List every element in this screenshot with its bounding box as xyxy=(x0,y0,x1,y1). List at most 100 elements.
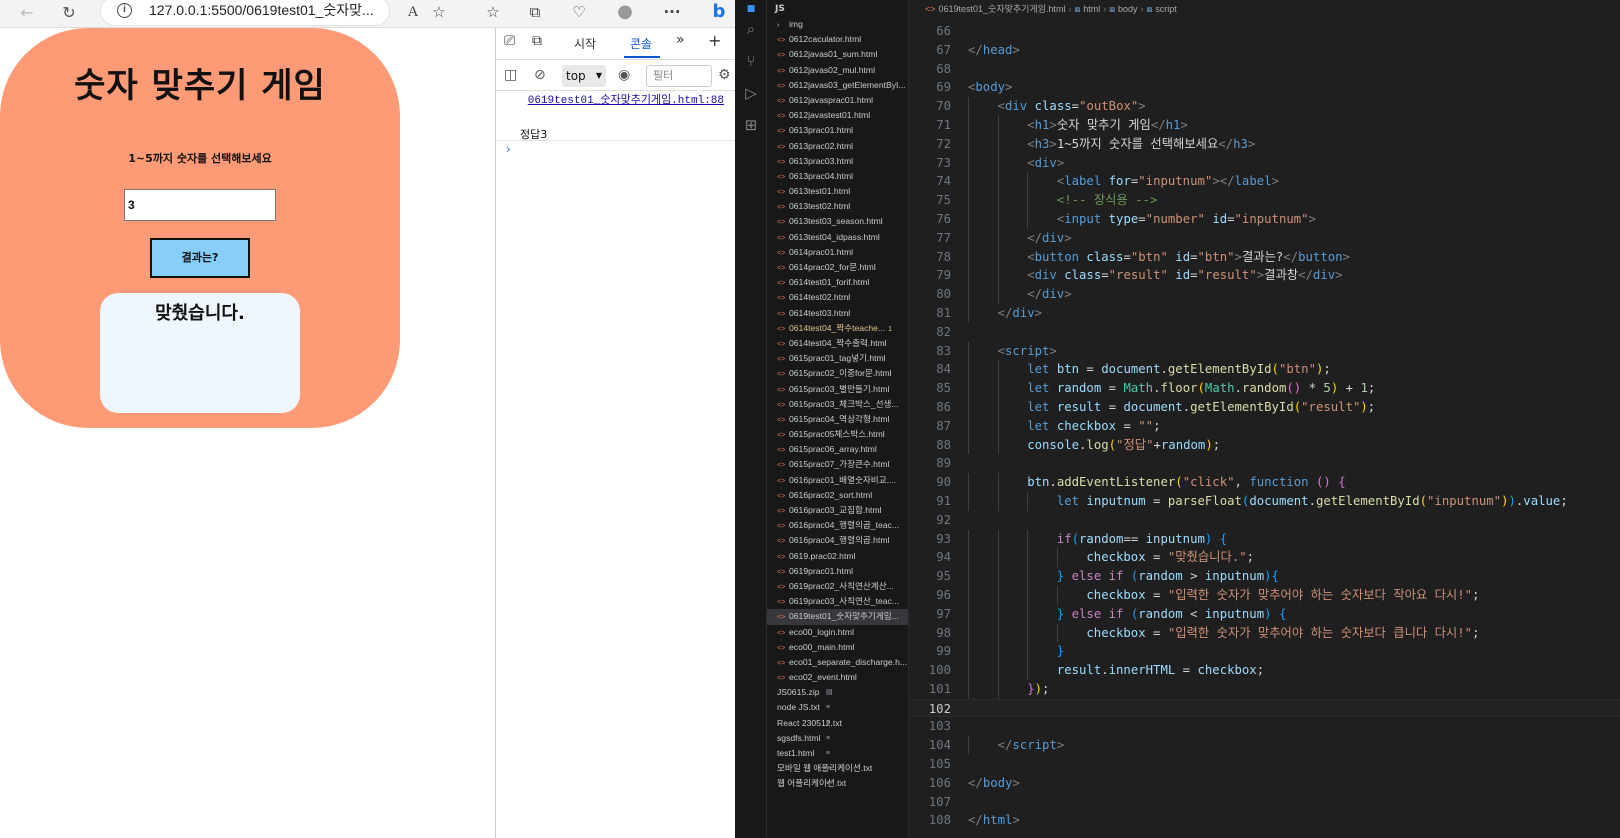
explorer-file-item[interactable]: <> 0613test04_idpass.html xyxy=(767,230,908,245)
extensions-icon[interactable]: ⊞ xyxy=(742,116,760,134)
console-prompt-icon[interactable]: › xyxy=(506,142,511,156)
explorer-file-item[interactable]: <> 0619prac03_사칙연산_teac... xyxy=(767,594,908,609)
explorer-file-item[interactable]: ≡ sgsdfs.html xyxy=(767,731,908,746)
read-aloud-icon[interactable]: A xyxy=(402,0,424,24)
explorer-file-item[interactable]: <> 0616prac02_sort.html xyxy=(767,488,908,503)
explorer-file-item[interactable]: <> 0614prac02_for문.html xyxy=(767,260,908,275)
explorer-file-item[interactable]: <> 0613test03_season.html xyxy=(767,214,908,229)
favorite-star-icon[interactable]: ☆ xyxy=(428,0,450,24)
explorer-file-item[interactable]: › img xyxy=(767,17,908,32)
console-source-link[interactable]: 0619test01_숫자맞추기게임.html:88 xyxy=(526,94,724,108)
explorer-file-item[interactable]: <> 0615prac04_역삼각형.html xyxy=(767,412,908,427)
address-bar[interactable]: i 127.0.0.1:5500/0619test01_숫자맞... xyxy=(100,0,390,26)
file-name: 0619prac01.html xyxy=(789,565,854,576)
code-area[interactable]: 66 67 </head> 68 69 <body> 70 <div class="outBo… xyxy=(909,22,1620,830)
search-icon[interactable]: ⌕ xyxy=(742,20,760,38)
explorer-file-item[interactable]: <> 0616prac04_행렬의곱.html xyxy=(767,533,908,548)
add-tab-icon[interactable]: + xyxy=(708,31,721,50)
explorer-file-item[interactable]: <> 0614test03.html xyxy=(767,306,908,321)
sidebar-toggle-icon[interactable]: ◫ xyxy=(504,67,517,83)
explorer-file-item[interactable]: <> 0614test02.html xyxy=(767,290,908,305)
filter-input[interactable]: 필터 xyxy=(646,65,712,87)
explorer-file-item[interactable]: ≡ node JS.txt xyxy=(767,700,908,715)
breadcrumb-item[interactable]: script xyxy=(1155,4,1177,14)
explorer-file-item[interactable]: <> 0619prac02_사칙연산계산... xyxy=(767,579,908,594)
code-token: h1 xyxy=(1034,117,1050,132)
explorer-file-item[interactable]: <> 0614test04_짝수teache... 1 xyxy=(767,321,908,336)
collections-icon[interactable]: ⧉ xyxy=(524,0,546,24)
profile-avatar-icon[interactable]: ● xyxy=(614,0,636,24)
html-file-icon: <> xyxy=(777,143,786,151)
code-token: > xyxy=(1342,249,1350,264)
site-info-icon[interactable]: i xyxy=(117,3,132,18)
more-tabs-icon[interactable]: » xyxy=(676,32,685,48)
explorer-icon[interactable]: ■ xyxy=(742,0,760,18)
explorer-file-item[interactable]: <> 0612javas01_sum.html xyxy=(767,47,908,62)
explorer-file-item[interactable]: <> 0614test01_forif.html xyxy=(767,275,908,290)
explorer-file-item[interactable]: <> eco01_separate_discharge.h... xyxy=(767,655,908,670)
explorer-file-item[interactable]: <> 0615prac01_tag넣기.html xyxy=(767,351,908,366)
inspect-element-icon[interactable]: ⧉ xyxy=(532,33,542,49)
favorites-icon[interactable]: ☆ xyxy=(482,0,504,24)
html-file-icon: <> xyxy=(777,553,786,561)
explorer-file-item[interactable]: <> 0613test02.html xyxy=(767,199,908,214)
clear-console-icon[interactable]: ⊘ xyxy=(534,67,546,83)
code-token: ( xyxy=(1197,381,1205,396)
source-control-icon[interactable]: ⑂ xyxy=(742,52,760,70)
explorer-file-item[interactable]: ≡ test1.html xyxy=(767,746,908,761)
context-select[interactable]: top ▼ xyxy=(562,65,606,87)
explorer-file-item[interactable]: <> 0615prac02_이중for문.html xyxy=(767,366,908,381)
explorer-file-item[interactable]: <> 0613prac04.html xyxy=(767,169,908,184)
explorer-file-item[interactable]: <> 0619test01_숫자맞추기게임... xyxy=(767,609,908,625)
explorer-file-item[interactable]: <> 0615prac07_가장큰수.html xyxy=(767,457,908,472)
explorer-file-item[interactable]: <> 0616prac03_교집합.html xyxy=(767,503,908,518)
run-debug-icon[interactable]: ▷ xyxy=(742,84,760,102)
explorer-file-item[interactable]: <> 0613test01.html xyxy=(767,184,908,199)
explorer-file-item[interactable]: <> 0612javas03_getElementByI... xyxy=(767,78,908,93)
reload-icon[interactable]: ↻ xyxy=(58,2,80,24)
explorer-file-item[interactable]: <> 0613prac02.html xyxy=(767,139,908,154)
tab-start[interactable]: 시작 xyxy=(574,35,596,52)
breadcrumb-item[interactable]: html xyxy=(1083,4,1100,14)
explorer-file-item[interactable]: <> 0616prac04_행렬의곱_teac... xyxy=(767,518,908,533)
explorer-file-item[interactable]: <> 0612javastest01.html xyxy=(767,108,908,123)
code-text: } else if (random < inputnum) { xyxy=(1057,605,1287,624)
browser-health-icon[interactable]: ♡ xyxy=(568,0,590,24)
copilot-icon[interactable]: b xyxy=(708,0,730,24)
explorer-file-item[interactable]: <> 0613prac03.html xyxy=(767,154,908,169)
explorer-file-item[interactable]: <> 0615prac03_별만들기.html xyxy=(767,382,908,397)
more-menu-icon[interactable]: ··· xyxy=(661,0,683,24)
device-toolbar-icon[interactable]: ⎚ xyxy=(504,33,515,49)
explorer-file-item[interactable]: <> eco00_main.html xyxy=(767,640,908,655)
eye-icon[interactable]: ◉ xyxy=(618,67,630,83)
explorer-file-item[interactable]: <> 0619prac01.html xyxy=(767,564,908,579)
explorer-file-item[interactable]: <> 0615prac05체스박스.html xyxy=(767,427,908,442)
file-name: 0615prac03_체크박스_선생... xyxy=(789,398,899,409)
explorer-file-item[interactable]: <> 0619.prac02.html xyxy=(767,549,908,564)
explorer-file-item[interactable]: ≡ 모바일 웹 애플리케이션.txt xyxy=(767,761,908,776)
explorer-file-item[interactable]: <> eco02_event.html xyxy=(767,670,908,685)
breadcrumb-item[interactable]: body xyxy=(1118,4,1138,14)
breadcrumb-item[interactable]: 0619test01_숫자맞추기게임.html xyxy=(939,4,1066,14)
explorer-file-item[interactable]: <> 0614test04_짝수출력.html xyxy=(767,336,908,351)
explorer-file-item[interactable]: ≡ React 230512.txt xyxy=(767,716,908,731)
line-number: 79 xyxy=(936,268,951,283)
number-input[interactable]: 3 xyxy=(124,189,276,221)
explorer-file-item[interactable]: <> 0612javasprac01.html xyxy=(767,93,908,108)
back-arrow-icon[interactable]: ← xyxy=(16,2,38,24)
explorer-file-item[interactable]: <> 0616prac01_배열숫자비교.... xyxy=(767,473,908,488)
result-button[interactable]: 결과는? xyxy=(150,238,250,278)
tab-console[interactable]: 콘솔 xyxy=(630,35,652,52)
gear-icon[interactable]: ⚙ xyxy=(718,67,731,83)
explorer-file-item[interactable]: <> 0612caculator.html xyxy=(767,32,908,47)
explorer-file-item[interactable]: <> eco00_login.html xyxy=(767,625,908,640)
explorer-file-item[interactable]: ▤ JS0615.zip xyxy=(767,685,908,700)
code-token: = xyxy=(1145,625,1168,640)
explorer-file-item[interactable]: <> 0615prac03_체크박스_선생... xyxy=(767,397,908,412)
explorer-file-item[interactable]: <> 0615prac06_array.html xyxy=(767,442,908,457)
explorer-file-item[interactable]: <> 0612javas02_mul.html xyxy=(767,63,908,78)
indent-guide xyxy=(997,228,999,248)
explorer-file-item[interactable]: <> 0614prac01.html xyxy=(767,245,908,260)
explorer-file-item[interactable]: ≡ 웹 어플리케이션.txt xyxy=(767,776,908,791)
explorer-file-item[interactable]: <> 0613prac01.html xyxy=(767,123,908,138)
